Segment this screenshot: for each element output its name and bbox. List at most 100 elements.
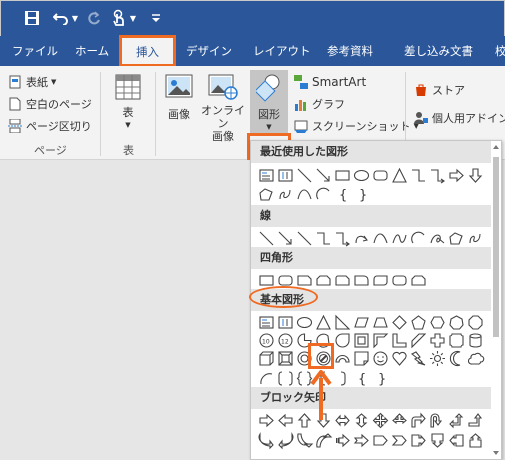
- shape-tri-icon[interactable]: [314, 313, 333, 331]
- shape-elbow-icon[interactable]: [409, 166, 428, 184]
- shape-lrud-icon[interactable]: [390, 411, 409, 429]
- shape-dbrace-icon[interactable]: [295, 369, 314, 387]
- shape-stripedr-icon[interactable]: [333, 431, 352, 449]
- shape-elbow-icon[interactable]: [314, 229, 333, 247]
- shape-scribble-icon[interactable]: [276, 185, 295, 203]
- shape-darrow-icon[interactable]: [466, 166, 485, 184]
- shape-bentup-icon[interactable]: [466, 411, 485, 429]
- shape-lrarrow-icon[interactable]: [333, 411, 352, 429]
- shape-textbox-icon[interactable]: [257, 313, 276, 331]
- tab-layout[interactable]: レイアウト: [253, 36, 311, 66]
- shape-can-icon[interactable]: [466, 331, 485, 349]
- shape-bevel-icon[interactable]: [276, 349, 295, 367]
- shape-frame-icon[interactable]: [352, 331, 371, 349]
- shape-heptagon-icon[interactable]: [447, 313, 466, 331]
- screenshot-button[interactable]: スクリーンショット ▼: [294, 116, 419, 136]
- shape-freeform-icon[interactable]: [257, 185, 276, 203]
- cover-page-button[interactable]: 表紙 ▼: [8, 72, 56, 92]
- shape-ellipse-icon[interactable]: [352, 166, 371, 184]
- tab-file[interactable]: ファイル: [12, 36, 58, 66]
- undo-icon[interactable]: [51, 7, 71, 29]
- shape-loop-icon[interactable]: [428, 229, 447, 247]
- shape-curvedl-icon[interactable]: [276, 431, 295, 449]
- shape-plus-icon[interactable]: [428, 331, 447, 349]
- shape-chevron-icon[interactable]: [390, 431, 409, 449]
- shape-dodecagon-icon[interactable]: 12: [276, 331, 295, 349]
- page-break-button[interactable]: ページ区切り: [8, 116, 92, 136]
- shape-lbrace-icon[interactable]: {: [352, 369, 371, 387]
- tab-review[interactable]: 校: [495, 36, 505, 66]
- shape-lightning-icon[interactable]: [409, 349, 428, 367]
- shape-vtext-icon[interactable]: [276, 313, 295, 331]
- shape-rbracket-icon[interactable]: [333, 369, 352, 387]
- shape-elbowarrow-icon[interactable]: [333, 229, 352, 247]
- store-button[interactable]: ストア: [414, 80, 465, 100]
- shape-para-icon[interactable]: [352, 313, 371, 331]
- shape-arc-icon[interactable]: [314, 185, 333, 203]
- shape-blockarc-icon[interactable]: [333, 349, 352, 367]
- shape-decagon-icon[interactable]: 10: [257, 331, 276, 349]
- shape-curve-icon[interactable]: [295, 185, 314, 203]
- shape-snip2-icon[interactable]: [314, 271, 333, 289]
- shape-notchedr-icon[interactable]: [352, 431, 371, 449]
- shape-arrowline-icon[interactable]: [276, 229, 295, 247]
- shape-scribble-icon[interactable]: [466, 229, 485, 247]
- shapes-button[interactable]: 図形 ▼: [250, 70, 288, 136]
- shape-elbowarrow-icon[interactable]: [428, 166, 447, 184]
- shape-cloud-icon[interactable]: [466, 349, 485, 367]
- shape-uarrow-icon[interactable]: [295, 411, 314, 429]
- table-button[interactable]: 表 ▼: [108, 74, 148, 132]
- shape-textbox-icon[interactable]: [257, 166, 276, 184]
- shape-calloutl-icon[interactable]: [447, 431, 466, 449]
- shape-roundsnip-icon[interactable]: [333, 271, 352, 289]
- shape-udarrow-icon[interactable]: [352, 411, 371, 429]
- shape-uturn-icon[interactable]: [428, 411, 447, 429]
- shape-line-icon[interactable]: [257, 229, 276, 247]
- shape-curve-icon[interactable]: [371, 229, 390, 247]
- shape-curvedu-icon[interactable]: [295, 431, 314, 449]
- picture-button[interactable]: 画像: [160, 74, 198, 121]
- shape-dblcurve-icon[interactable]: [390, 229, 409, 247]
- shape-foldcorner-icon[interactable]: [352, 349, 371, 367]
- tab-home[interactable]: ホーム: [75, 36, 109, 66]
- shape-larrow-icon[interactable]: [276, 411, 295, 429]
- shape-pentarrow-icon[interactable]: [371, 431, 390, 449]
- shape-leftup-icon[interactable]: [447, 411, 466, 429]
- customize-qat-icon[interactable]: [149, 7, 163, 29]
- shape-lbrace-icon[interactable]: {: [333, 185, 352, 203]
- shape-rbrace-icon[interactable]: }: [352, 185, 371, 203]
- shape-freeform-icon[interactable]: [447, 229, 466, 247]
- my-addins-button[interactable]: 個人用アドイン: [414, 108, 505, 128]
- shape-calloutd-icon[interactable]: [428, 431, 447, 449]
- shape-curvedr-icon[interactable]: [257, 431, 276, 449]
- touch-dropdown-icon[interactable]: ▼: [129, 7, 137, 29]
- shape-darrow-icon[interactable]: [314, 411, 333, 429]
- shape-line-icon[interactable]: [295, 166, 314, 184]
- shape-snip2-icon[interactable]: [409, 271, 428, 289]
- blank-page-button[interactable]: 空白のページ: [8, 94, 92, 114]
- smartart-button[interactable]: SmartArt: [294, 72, 366, 92]
- shape-tri-icon[interactable]: [390, 166, 409, 184]
- shape-rrect-icon[interactable]: [390, 271, 409, 289]
- shape-rect-icon[interactable]: [333, 166, 352, 184]
- shape-moon-icon[interactable]: [447, 349, 466, 367]
- shape-calloutr-icon[interactable]: [409, 431, 428, 449]
- shape-arc-icon[interactable]: [409, 229, 428, 247]
- shape-rbrace-icon[interactable]: }: [371, 369, 390, 387]
- shape-heart-icon[interactable]: [390, 349, 409, 367]
- tab-mailings[interactable]: 差し込み文書: [404, 36, 473, 66]
- shape-rtri-icon[interactable]: [333, 313, 352, 331]
- shape-dbracket-icon[interactable]: [276, 369, 295, 387]
- shape-tear-icon[interactable]: [333, 331, 352, 349]
- tab-references[interactable]: 参考資料: [327, 36, 373, 66]
- scrollbar[interactable]: [491, 141, 501, 459]
- touch-mode-icon[interactable]: [109, 7, 129, 29]
- shape-cube-icon[interactable]: [257, 349, 276, 367]
- shape-rrect-icon[interactable]: [371, 166, 390, 184]
- shape-vtext-icon[interactable]: [276, 166, 295, 184]
- shape-rarrow-icon[interactable]: [257, 411, 276, 429]
- tab-design[interactable]: デザイン: [186, 36, 232, 66]
- chart-button[interactable]: グラフ: [294, 94, 345, 114]
- shape-calloutu-icon[interactable]: [466, 431, 485, 449]
- shape-rarrow-icon[interactable]: [447, 166, 466, 184]
